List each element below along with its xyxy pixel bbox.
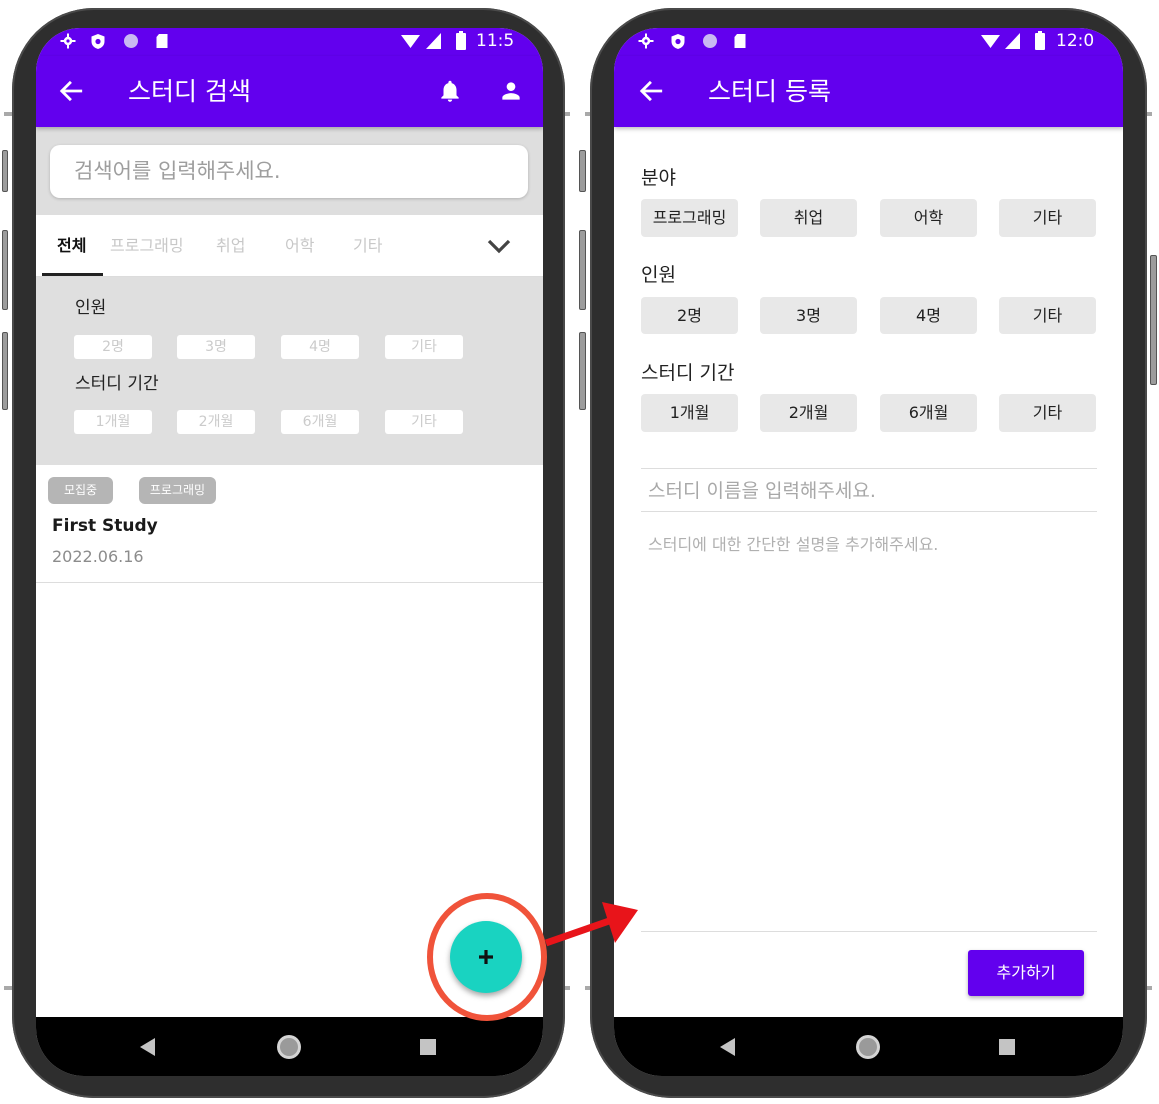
filter-panel: 인원 2명 3명 4명 기타 스터디 기간 1개월 2개월 6개월 기타 [36, 277, 543, 465]
search-placeholder: 검색어를 입력해주세요. [74, 159, 281, 183]
tab-all[interactable]: 전체 [57, 215, 86, 277]
tab-programming[interactable]: 프로그래밍 [110, 215, 184, 277]
status-time: 12:0 [1056, 31, 1095, 51]
filter-chip-duration[interactable]: 기타 [385, 410, 463, 434]
field-chip[interactable]: 어학 [880, 199, 977, 237]
arrow-left-icon[interactable] [58, 78, 84, 104]
field-label: 분야 [641, 167, 676, 189]
side-button [579, 150, 586, 192]
settings-icon [638, 33, 654, 49]
duration-chip[interactable]: 2개월 [760, 394, 857, 432]
side-button [2, 230, 8, 310]
side-button [1150, 255, 1157, 385]
tab-language[interactable]: 어학 [285, 215, 314, 277]
field-chip[interactable]: 기타 [999, 199, 1096, 237]
signal-icon [1005, 33, 1020, 49]
filter-chip-duration[interactable]: 1개월 [74, 410, 152, 434]
headcount-label: 인원 [75, 298, 107, 318]
form-divider [641, 931, 1097, 932]
filter-chip-headcount[interactable]: 2명 [74, 335, 152, 359]
bell-icon[interactable] [437, 78, 463, 104]
shield-icon [91, 34, 105, 49]
nav-recents-icon[interactable] [420, 1039, 436, 1055]
filter-chip-duration[interactable]: 6개월 [281, 410, 359, 434]
nav-back-icon[interactable] [720, 1038, 736, 1056]
study-date: 2022.06.16 [52, 547, 144, 566]
plus-icon [479, 950, 493, 964]
frame-connector [4, 986, 12, 990]
headcount-chip[interactable]: 기타 [999, 297, 1096, 334]
app-bar: 스터디 등록 [614, 56, 1123, 127]
nav-back-icon[interactable] [140, 1038, 156, 1056]
shield-icon [671, 34, 685, 49]
tab-indicator [42, 273, 103, 276]
filter-chip-headcount[interactable]: 4명 [281, 335, 359, 359]
status-bar: 12:0 [614, 28, 1123, 56]
sd-card-icon [156, 34, 168, 48]
list-divider [36, 582, 543, 583]
status-bar: 11:5 [36, 28, 543, 56]
battery-icon [1035, 31, 1045, 50]
duration-chip[interactable]: 6개월 [880, 394, 977, 432]
filter-chip-duration[interactable]: 2개월 [177, 410, 255, 434]
nav-home-icon[interactable] [855, 1034, 881, 1060]
phone-frame-register: 12:0 스터디 등록 분야 프로그래밍 취업 어학 기타 인원 2명 3명 4… [590, 8, 1147, 1098]
person-icon[interactable] [498, 78, 524, 104]
add-study-fab[interactable] [450, 921, 522, 993]
arrow-left-icon[interactable] [638, 78, 664, 104]
nav-home-icon[interactable] [276, 1034, 302, 1060]
frame-connector [4, 112, 12, 116]
side-button [579, 230, 586, 310]
chevron-down-icon[interactable] [484, 231, 514, 261]
duration-chip[interactable]: 1개월 [641, 394, 738, 432]
study-name-placeholder: 스터디 이름을 입력해주세요. [648, 480, 876, 502]
form-divider [641, 511, 1097, 512]
tab-other[interactable]: 기타 [353, 215, 382, 277]
headcount-chip[interactable]: 3명 [760, 297, 857, 334]
category-tabs: 전체 프로그래밍 취업 어학 기타 [36, 215, 543, 277]
dot-icon [124, 34, 138, 48]
study-description-placeholder: 스터디에 대한 간단한 설명을 추가해주세요. [648, 535, 939, 554]
page-title: 스터디 등록 [708, 77, 831, 106]
study-title: First Study [52, 516, 158, 536]
filter-chip-headcount[interactable]: 기타 [385, 335, 463, 359]
system-nav-bar [36, 1017, 543, 1076]
signal-icon [426, 33, 441, 49]
category-badge: 프로그래밍 [139, 477, 216, 504]
status-time: 11:5 [476, 31, 515, 51]
headcount-chip[interactable]: 2명 [641, 297, 738, 334]
canvas: 11:5 스터디 검색 검색어를 입력해주세요. 전체 프로그래밍 취업 어학 … [0, 0, 1159, 1104]
side-button [2, 150, 8, 192]
headcount-label: 인원 [641, 264, 676, 286]
duration-label: 스터디 기간 [641, 362, 735, 384]
nav-recents-icon[interactable] [999, 1039, 1015, 1055]
headcount-chip[interactable]: 4명 [880, 297, 977, 334]
page-title: 스터디 검색 [128, 77, 251, 106]
study-register-screen: 12:0 스터디 등록 분야 프로그래밍 취업 어학 기타 인원 2명 3명 4… [614, 28, 1123, 1076]
study-search-screen: 11:5 스터디 검색 검색어를 입력해주세요. 전체 프로그래밍 취업 어학 … [36, 28, 543, 1076]
form-divider [641, 468, 1097, 469]
tab-employment[interactable]: 취업 [216, 215, 245, 277]
filter-chip-headcount[interactable]: 3명 [177, 335, 255, 359]
battery-icon [456, 31, 466, 50]
dot-icon [703, 34, 717, 48]
side-button [579, 332, 586, 410]
wifi-icon [401, 35, 420, 48]
side-button [2, 332, 8, 410]
system-nav-bar [614, 1017, 1123, 1076]
sd-card-icon [734, 34, 746, 48]
add-study-button[interactable]: 추가하기 [968, 950, 1084, 996]
settings-icon [60, 33, 76, 49]
field-chip[interactable]: 프로그래밍 [641, 199, 738, 237]
status-badge: 모집중 [48, 477, 113, 504]
app-bar: 스터디 검색 [36, 56, 543, 127]
field-chip[interactable]: 취업 [760, 199, 857, 237]
search-input[interactable]: 검색어를 입력해주세요. [50, 145, 528, 198]
search-area: 검색어를 입력해주세요. [36, 127, 543, 215]
wifi-icon [981, 35, 1000, 48]
duration-label: 스터디 기간 [75, 374, 159, 394]
duration-chip[interactable]: 기타 [999, 394, 1096, 432]
